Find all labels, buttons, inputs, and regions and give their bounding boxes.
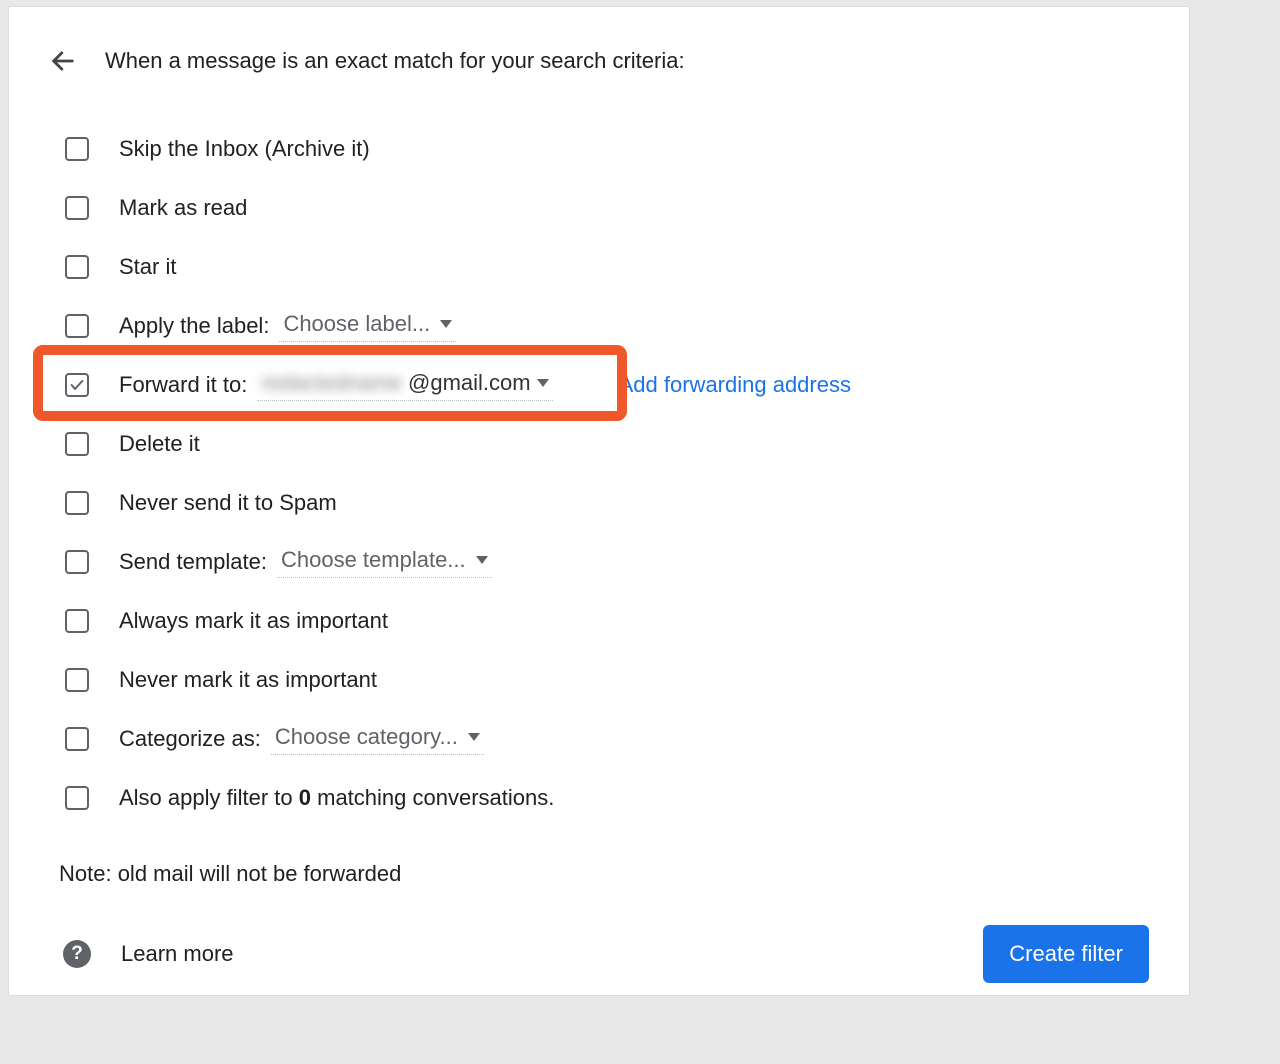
option-delete: Delete it [49, 414, 1149, 473]
also-apply-prefix: Also apply filter to [119, 785, 299, 810]
label-never-spam: Never send it to Spam [119, 490, 337, 516]
checkbox-mark-read[interactable] [65, 196, 89, 220]
caret-down-icon [468, 733, 480, 741]
help-icon[interactable]: ? [63, 940, 91, 968]
select-categorize[interactable]: Choose category... [271, 722, 484, 755]
also-apply-suffix: matching conversations. [311, 785, 554, 810]
option-skip-inbox: Skip the Inbox (Archive it) [49, 119, 1149, 178]
learn-more-link[interactable]: Learn more [121, 941, 234, 967]
checkbox-delete[interactable] [65, 432, 89, 456]
label-apply-label: Apply the label: [119, 313, 269, 339]
option-never-spam: Never send it to Spam [49, 473, 1149, 532]
label-skip-inbox: Skip the Inbox (Archive it) [119, 136, 370, 162]
option-apply-label: Apply the label: Choose label... [49, 296, 1149, 355]
header-row: When a message is an exact match for you… [49, 47, 1149, 75]
note-text: Note: old mail will not be forwarded [59, 861, 1149, 887]
option-categorize: Categorize as: Choose category... [49, 709, 1149, 768]
select-categorize-text: Choose category... [275, 724, 458, 750]
also-apply-count: 0 [299, 785, 311, 810]
checkbox-apply-label[interactable] [65, 314, 89, 338]
option-always-important: Always mark it as important [49, 591, 1149, 650]
option-also-apply: Also apply filter to 0 matching conversa… [49, 768, 1149, 827]
select-forward-address[interactable]: redactedname @gmail.com [257, 368, 552, 401]
checkbox-skip-inbox[interactable] [65, 137, 89, 161]
caret-down-icon [476, 556, 488, 564]
footer-row: ? Learn more Create filter [49, 925, 1149, 983]
checkbox-categorize[interactable] [65, 727, 89, 751]
caret-down-icon [537, 379, 549, 387]
option-forward: Forward it to: redactedname @gmail.com A… [49, 355, 1149, 414]
link-add-forwarding-address[interactable]: Add forwarding address [619, 372, 851, 398]
label-also-apply: Also apply filter to 0 matching conversa… [119, 785, 554, 811]
select-apply-label[interactable]: Choose label... [279, 309, 456, 342]
header-title: When a message is an exact match for you… [105, 48, 685, 74]
select-send-template[interactable]: Choose template... [277, 545, 492, 578]
option-send-template: Send template: Choose template... [49, 532, 1149, 591]
label-never-important: Never mark it as important [119, 667, 377, 693]
forward-email-domain: @gmail.com [408, 370, 531, 396]
label-star: Star it [119, 254, 176, 280]
checkbox-never-spam[interactable] [65, 491, 89, 515]
create-filter-button[interactable]: Create filter [983, 925, 1149, 983]
option-star: Star it [49, 237, 1149, 296]
checkbox-star[interactable] [65, 255, 89, 279]
caret-down-icon [440, 320, 452, 328]
label-always-important: Always mark it as important [119, 608, 388, 634]
label-delete: Delete it [119, 431, 200, 457]
learn-more-group: ? Learn more [63, 940, 234, 968]
select-send-template-text: Choose template... [281, 547, 466, 573]
option-never-important: Never mark it as important [49, 650, 1149, 709]
checkbox-always-important[interactable] [65, 609, 89, 633]
checkbox-also-apply[interactable] [65, 786, 89, 810]
back-arrow-icon[interactable] [49, 47, 77, 75]
forward-email-redacted: redactedname [261, 370, 402, 396]
checkbox-send-template[interactable] [65, 550, 89, 574]
select-apply-label-text: Choose label... [283, 311, 430, 337]
label-mark-read: Mark as read [119, 195, 247, 221]
filter-actions-panel: When a message is an exact match for you… [8, 6, 1190, 996]
option-mark-read: Mark as read [49, 178, 1149, 237]
checkbox-forward[interactable] [65, 373, 89, 397]
checkbox-never-important[interactable] [65, 668, 89, 692]
label-send-template: Send template: [119, 549, 267, 575]
label-forward: Forward it to: [119, 372, 247, 398]
label-categorize: Categorize as: [119, 726, 261, 752]
